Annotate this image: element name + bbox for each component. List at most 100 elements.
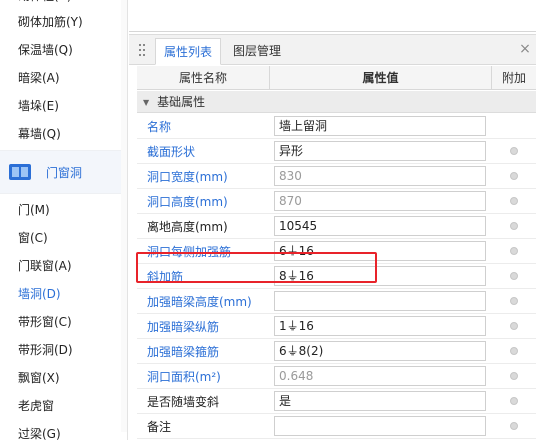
sidebar-category-door-window[interactable]: 门窗洞	[0, 150, 127, 194]
attach-checkbox[interactable]	[510, 422, 518, 430]
property-name: 离地高度(mm)	[147, 219, 228, 234]
attach-checkbox[interactable]	[510, 172, 518, 180]
collapse-caret-icon[interactable]: ▼	[143, 92, 149, 114]
sidebar-item-wall-opening[interactable]: 墙洞(D)	[0, 280, 127, 308]
property-row[interactable]: 洞口每侧加强筋 6⏚16	[137, 239, 536, 264]
sidebar-item-insulation-wall[interactable]: 保温墙(Q)	[0, 36, 127, 64]
property-extra-cell	[492, 172, 536, 180]
attach-checkbox[interactable]	[510, 222, 518, 230]
sidebar-item-window[interactable]: 窗(C)	[0, 224, 127, 252]
component-tree-sidebar: 砌体柱(Z) 砌体加筋(Y) 保温墙(Q) 暗梁(A) 墙垛(E) 幕墙(Q) …	[0, 0, 128, 440]
property-row[interactable]: 截面形状 异形	[137, 139, 536, 164]
property-name: 名称	[147, 119, 172, 134]
attach-checkbox[interactable]	[510, 372, 518, 380]
property-value-cell: 1⏚16	[270, 316, 492, 336]
property-name: 是否随墙变斜	[147, 394, 220, 409]
property-value-input[interactable]: 8⏚16	[274, 266, 486, 286]
sidebar-item-door-window-combo[interactable]: 门联窗(A)	[0, 252, 127, 280]
property-value-cell: 870	[270, 191, 492, 211]
property-rows: 名称 墙上留洞截面形状 异形 洞口宽度(mm) 830 洞口高度(mm) 870 离地高度(m…	[137, 114, 536, 439]
property-value-input[interactable]: 1⏚16	[274, 316, 486, 336]
sidebar-item-strip-window[interactable]: 带形窗(C)	[0, 308, 127, 336]
property-row[interactable]: 洞口面积(m²) 0.648	[137, 364, 536, 389]
property-extra-cell	[492, 147, 536, 155]
property-value-cell: 墙上留洞	[270, 116, 492, 136]
property-row[interactable]: 是否随墙变斜 是	[137, 389, 536, 414]
panel-tab-bar: 属性列表 图层管理 ×	[129, 35, 536, 65]
sidebar-item-wall-pier[interactable]: 墙垛(E)	[0, 92, 127, 120]
property-row[interactable]: 加强暗梁高度(mm)	[137, 289, 536, 314]
property-value-input[interactable]: 是	[274, 391, 486, 411]
property-extra-cell	[492, 322, 536, 330]
attach-checkbox[interactable]	[510, 247, 518, 255]
attach-checkbox[interactable]	[510, 297, 518, 305]
property-row[interactable]: 洞口宽度(mm) 830	[137, 164, 536, 189]
sidebar-item-masonry-rebar[interactable]: 砌体加筋(Y)	[0, 8, 127, 36]
sidebar-scrollbar[interactable]	[121, 0, 127, 432]
close-icon[interactable]: ×	[519, 42, 531, 56]
sidebar-item-bay-window[interactable]: 飘窗(X)	[0, 364, 127, 392]
attach-checkbox[interactable]	[510, 272, 518, 280]
door-window-icon	[8, 162, 32, 182]
property-extra-cell	[492, 397, 536, 405]
property-value-cell: 是	[270, 391, 492, 411]
property-row[interactable]: 加强暗梁纵筋 1⏚16	[137, 314, 536, 339]
property-name: 加强暗梁箍筋	[147, 344, 220, 359]
sidebar-item-lintel[interactable]: 过梁(G)	[0, 420, 127, 440]
property-value-input[interactable]	[274, 291, 486, 311]
section-basic-properties[interactable]: ▼ 基础属性	[137, 91, 536, 113]
property-value-input[interactable]	[274, 416, 486, 436]
property-row[interactable]: 备注	[137, 414, 536, 439]
sidebar-item-partial[interactable]: 砌体柱(Z)	[0, 0, 127, 8]
property-row[interactable]: 洞口高度(mm) 870	[137, 189, 536, 214]
column-header-extra: 附加	[501, 71, 526, 85]
property-name: 加强暗梁纵筋	[147, 319, 220, 334]
attach-checkbox[interactable]	[510, 347, 518, 355]
tab-property-list[interactable]: 属性列表	[155, 38, 222, 65]
app-window: 砌体柱(Z) 砌体加筋(Y) 保温墙(Q) 暗梁(A) 墙垛(E) 幕墙(Q) …	[0, 0, 536, 440]
property-name: 洞口每侧加强筋	[147, 244, 232, 259]
property-value-cell: 830	[270, 166, 492, 186]
property-row[interactable]: 名称 墙上留洞	[137, 114, 536, 139]
tab-layer-management[interactable]: 图层管理	[225, 38, 289, 65]
property-extra-cell	[492, 372, 536, 380]
properties-panel: 属性列表 图层管理 × 属性名称 属性值 附加 ▼ 基础属性 名称 墙上留洞截面形状…	[129, 34, 536, 440]
attach-checkbox[interactable]	[510, 147, 518, 155]
attach-checkbox[interactable]	[510, 197, 518, 205]
property-value-input[interactable]: 870	[274, 191, 486, 211]
property-value-input[interactable]: 6⏚16	[274, 241, 486, 261]
sidebar-item-strip-opening[interactable]: 带形洞(D)	[0, 336, 127, 364]
property-row[interactable]: 加强暗梁箍筋 6⏚8(2)	[137, 339, 536, 364]
property-row[interactable]: 斜加筋 8⏚16	[137, 264, 536, 289]
property-name: 斜加筋	[147, 269, 184, 284]
property-name: 洞口面积(m²)	[147, 369, 221, 384]
sidebar-item-hidden-beam[interactable]: 暗梁(A)	[0, 64, 127, 92]
table-header: 属性名称 属性值 附加	[137, 66, 536, 90]
property-name: 加强暗梁高度(mm)	[147, 294, 252, 309]
property-value-input[interactable]: 6⏚8(2)	[274, 341, 486, 361]
top-empty-panel	[129, 0, 536, 32]
property-value-input[interactable]: 墙上留洞	[274, 116, 486, 136]
drag-grip-icon[interactable]	[139, 44, 145, 56]
sidebar-item-curtain-wall[interactable]: 幕墙(Q)	[0, 120, 127, 148]
property-value-cell: 0.648	[270, 366, 492, 386]
column-header-value: 属性值	[270, 66, 492, 90]
property-extra-cell	[492, 347, 536, 355]
property-value-input[interactable]: 10545	[274, 216, 486, 236]
property-value-cell: 10545	[270, 216, 492, 236]
property-value-input[interactable]: 异形	[274, 141, 486, 161]
section-label: 基础属性	[157, 95, 206, 109]
property-extra-cell	[492, 222, 536, 230]
property-value-input[interactable]: 0.648	[274, 366, 486, 386]
property-value-input[interactable]: 830	[274, 166, 486, 186]
sidebar-item-door[interactable]: 门(M)	[0, 196, 127, 224]
attach-checkbox[interactable]	[510, 397, 518, 405]
property-name: 洞口高度(mm)	[147, 194, 228, 209]
property-row[interactable]: 离地高度(mm) 10545	[137, 214, 536, 239]
property-value-cell	[270, 291, 492, 311]
attach-checkbox[interactable]	[510, 322, 518, 330]
property-value-cell: 6⏚8(2)	[270, 341, 492, 361]
sidebar-category-label: 门窗洞	[46, 165, 83, 180]
property-extra-cell	[492, 297, 536, 305]
sidebar-item-dormer[interactable]: 老虎窗	[0, 392, 127, 420]
